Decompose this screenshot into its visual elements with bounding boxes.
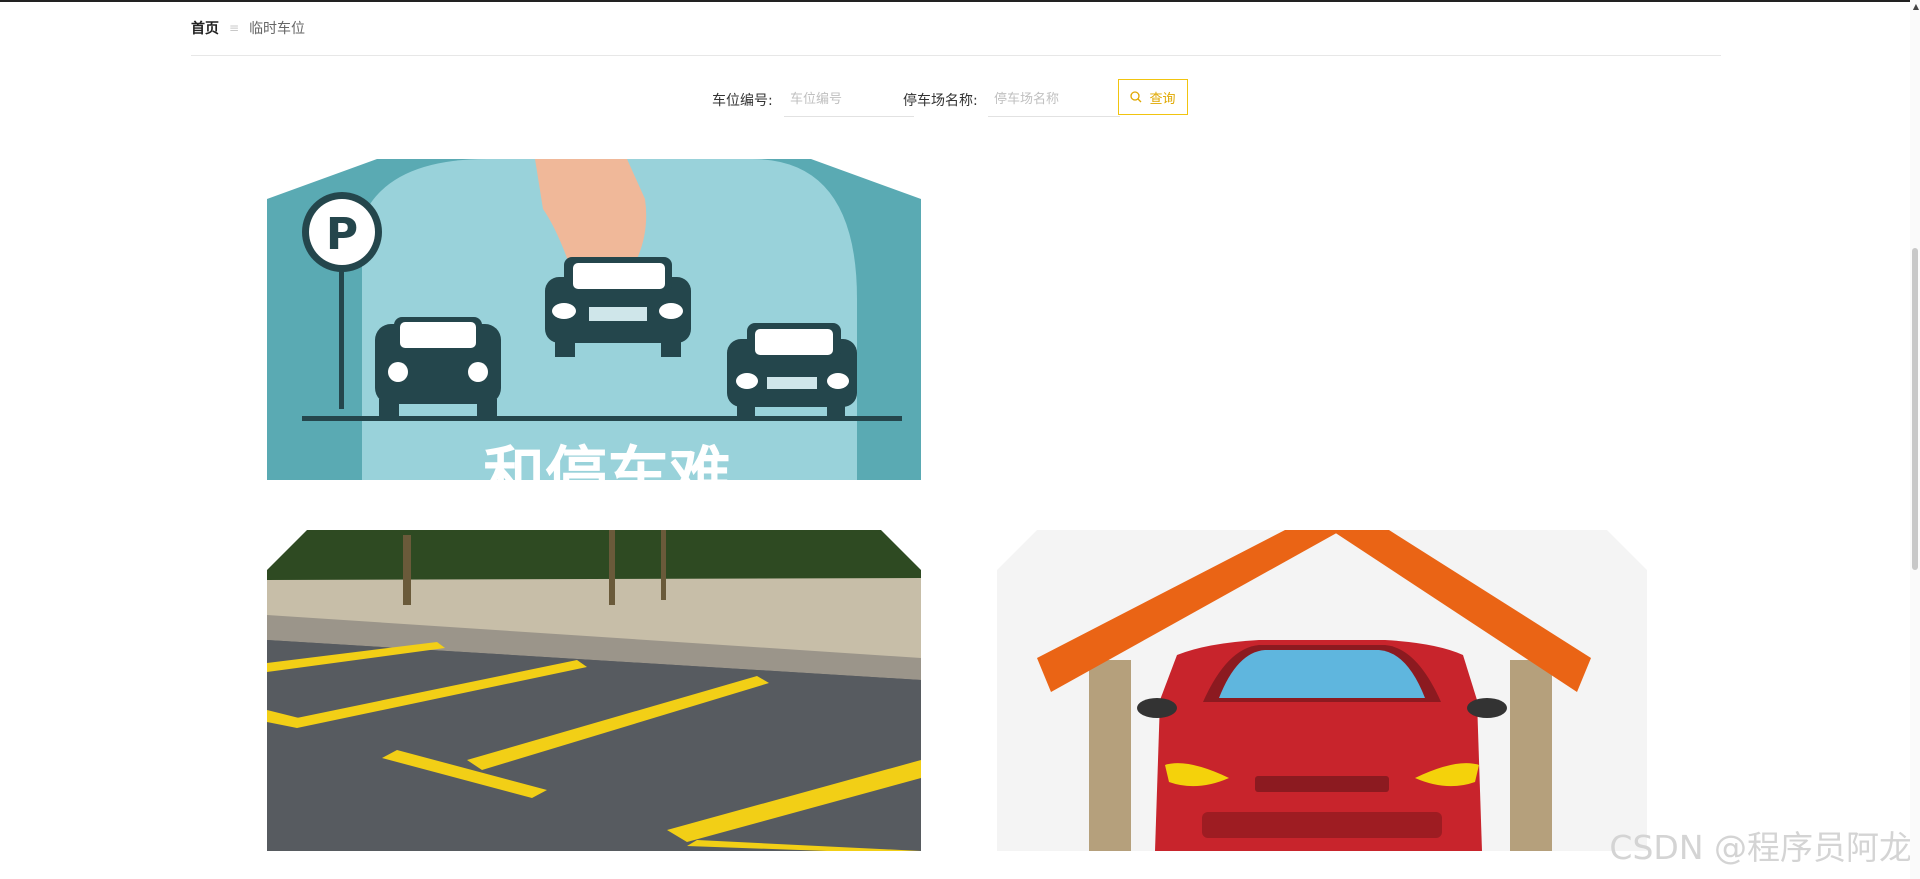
parking-lot-photo [267,530,921,851]
parking-illustration-image: P 和停车难 [267,159,921,480]
search-button[interactable]: 查询 [1118,79,1188,115]
space-no-input[interactable] [784,82,914,117]
breadcrumb-current: 临时车位 [249,21,306,37]
car-icon [545,257,691,357]
parking-illustration-card[interactable]: P 和停车难 [267,159,921,480]
svg-text:P: P [326,209,358,260]
top-border [0,0,1920,2]
banner-text: 和停车难 [483,439,731,480]
watermark: CSDN @程序员阿龙 [1609,828,1912,867]
car-garage-illustration [997,530,1647,851]
breadcrumb-separator: ≡ [229,21,240,35]
car-icon [1137,640,1507,851]
search-bar: 车位编号: 停车场名称: 查询 [0,79,1920,118]
lot-name-label: 停车场名称: [903,93,978,109]
header-divider [191,55,1721,56]
car-garage-illustration-card[interactable] [997,530,1647,851]
lot-name-input[interactable] [988,82,1120,117]
breadcrumb: 首页 ≡ 临时车位 [191,18,305,38]
space-no-label: 车位编号: [712,93,773,109]
scroll-up-arrow-icon[interactable]: ▲ [1913,2,1919,11]
vertical-scrollbar[interactable]: ▲ [1910,0,1920,879]
scrollbar-thumb[interactable] [1912,248,1918,570]
parking-lot-photo-card[interactable] [267,530,921,851]
search-button-label: 查询 [1149,90,1176,106]
search-icon [1130,91,1142,103]
breadcrumb-home-link[interactable]: 首页 [191,18,219,38]
